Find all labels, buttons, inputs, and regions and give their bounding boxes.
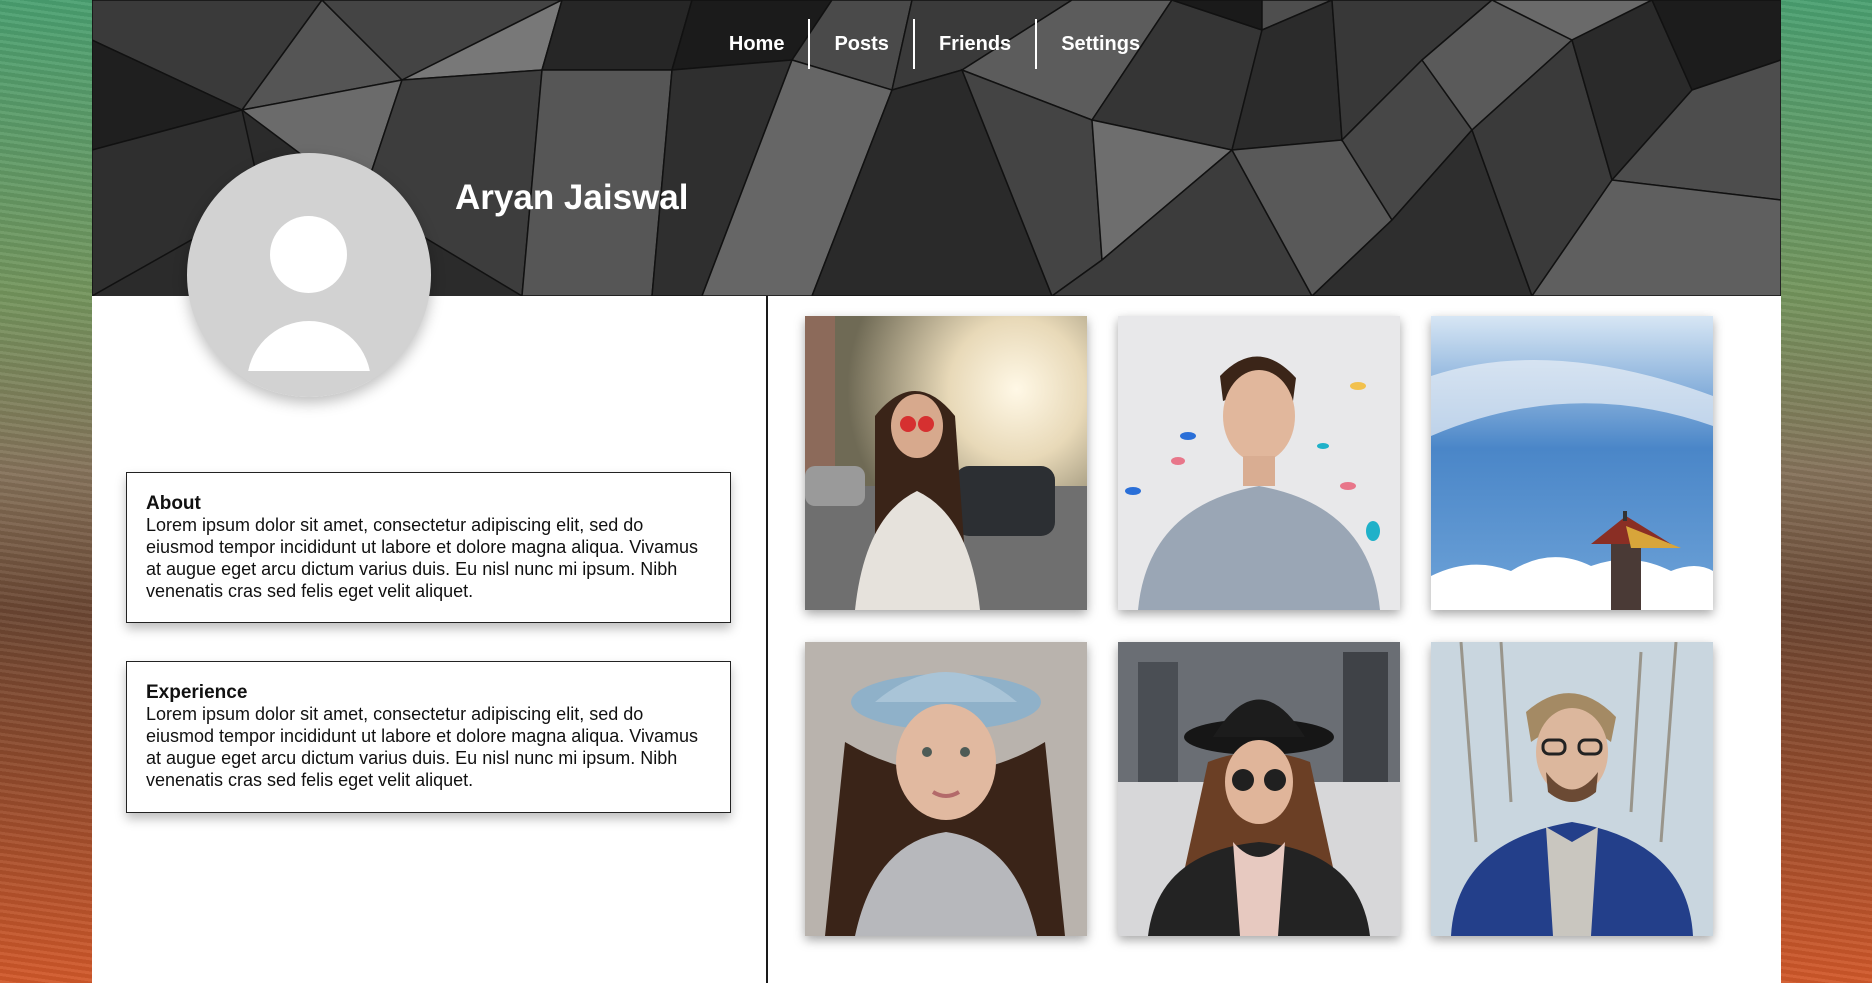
about-title: About	[146, 493, 201, 514]
profile-name: Aryan Jaiswal	[455, 178, 689, 217]
about-text: Lorem ipsum dolor sit amet, consectetur …	[146, 515, 698, 601]
column-divider	[766, 296, 768, 983]
experience-card: Experience Lorem ipsum dolor sit amet, c…	[126, 661, 731, 813]
background-right-texture	[1780, 0, 1872, 983]
main-nav: Home Posts Friends Settings	[92, 19, 1781, 69]
avatar-placeholder[interactable]	[187, 153, 431, 397]
nav-settings[interactable]: Settings	[1037, 19, 1164, 69]
gallery-photo-young-man-confetti[interactable]	[1118, 316, 1400, 610]
about-card: About Lorem ipsum dolor sit amet, consec…	[126, 472, 731, 623]
nav-posts[interactable]: Posts	[810, 19, 912, 69]
avatar-head-icon	[270, 216, 347, 293]
profile-page: Home Posts Friends Settings Aryan Jaiswa…	[92, 0, 1781, 983]
nav-friends[interactable]: Friends	[915, 19, 1035, 69]
gallery-photo-man-blue-jacket[interactable]	[1431, 642, 1713, 936]
gallery-photo-woman-denim-hat[interactable]	[805, 642, 1087, 936]
experience-text: Lorem ipsum dolor sit amet, consectetur …	[146, 704, 698, 790]
background-left-texture	[0, 0, 92, 983]
gallery-photo-woman-heart-sunglasses[interactable]	[805, 316, 1087, 610]
gallery-photo-woman-black-hat[interactable]	[1118, 642, 1400, 936]
experience-title: Experience	[146, 682, 248, 703]
gallery-photo-sky-tower[interactable]	[1431, 316, 1713, 610]
nav-home[interactable]: Home	[705, 19, 809, 69]
